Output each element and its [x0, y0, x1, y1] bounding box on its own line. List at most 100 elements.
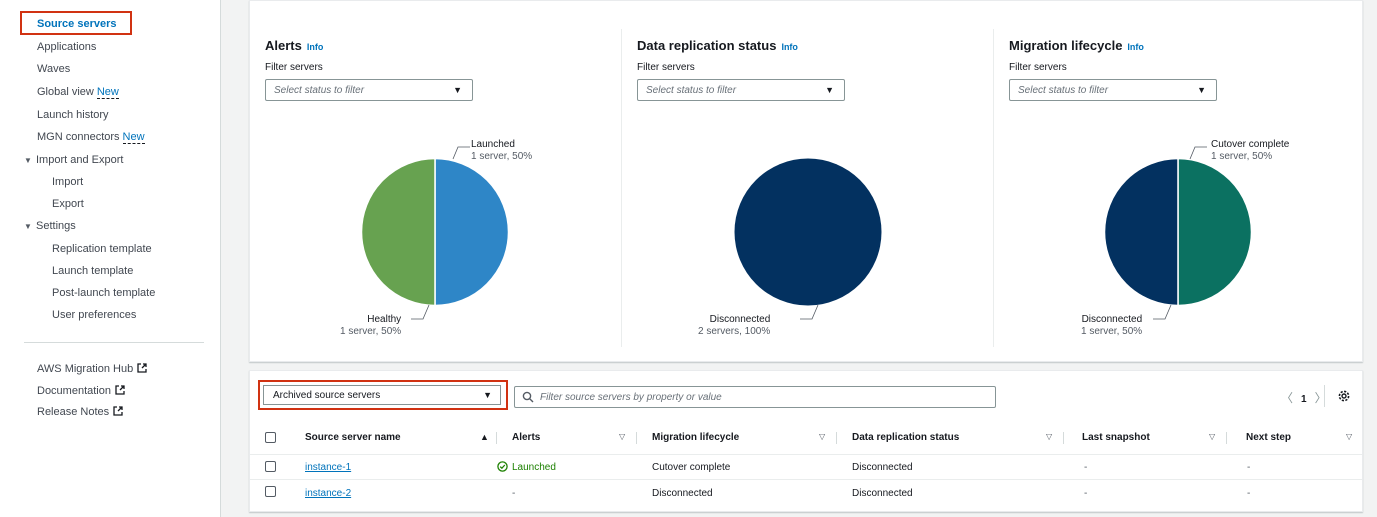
server-name-link[interactable]: instance-2: [305, 488, 351, 499]
nav-user-preferences[interactable]: User preferences: [52, 309, 136, 321]
filter-servers-input[interactable]: Filter source servers by property or val…: [514, 386, 996, 408]
pie-label-disconnected: Disconnected 1 server, 50%: [1081, 314, 1142, 338]
row-divider: [250, 479, 1362, 480]
pie-label-launched: Launched 1 server, 50%: [471, 139, 532, 163]
row-divider: [250, 454, 1362, 455]
col-header-lifecycle[interactable]: Migration lifecycle: [652, 432, 739, 443]
nav-section-settings[interactable]: ▼ Settings: [24, 220, 76, 232]
row-checkbox[interactable]: [265, 486, 276, 497]
overview-card: Alerts Info Filter servers Select status …: [249, 0, 1363, 362]
alerts-title: Alerts Info: [265, 38, 323, 53]
pie-slice-disconnected[interactable]: [734, 158, 882, 306]
column-separator: [1226, 432, 1227, 444]
lifecycle-info-link[interactable]: Info: [1127, 42, 1144, 52]
pie-label-title: Cutover complete: [1211, 139, 1290, 150]
pie-slice-disconnected[interactable]: [1103, 157, 1179, 307]
nav-launch-history[interactable]: Launch history: [37, 109, 109, 121]
page-number[interactable]: 1: [1301, 394, 1307, 405]
caret-down-icon: ▼: [483, 390, 492, 400]
pie-label-title: Disconnected: [709, 314, 771, 325]
select-placeholder: Select status to filter: [646, 85, 737, 96]
caret-down-icon: ▼: [24, 156, 32, 165]
replication-info-link[interactable]: Info: [781, 42, 798, 52]
pie-slice-cutover-complete[interactable]: [1177, 157, 1253, 307]
view-select-value: Archived source servers: [273, 390, 381, 401]
sort-icon[interactable]: ▽: [619, 432, 625, 441]
leader-line: [1153, 304, 1172, 320]
nav-launch-template[interactable]: Launch template: [52, 265, 133, 277]
caret-down-icon: ▼: [825, 85, 834, 95]
panel-divider: [621, 29, 622, 347]
snapshot-cell: -: [1084, 488, 1088, 499]
replication-title-text: Data replication status: [637, 38, 777, 53]
caret-down-icon: ▼: [1197, 85, 1206, 95]
link-label: AWS Migration Hub: [37, 363, 134, 375]
alerts-title-text: Alerts: [265, 38, 302, 53]
pie-slice-healthy[interactable]: [360, 157, 436, 307]
select-all-checkbox[interactable]: [265, 432, 276, 443]
filter-placeholder: Filter source servers by property or val…: [540, 392, 722, 403]
replication-pie-chart: [734, 158, 882, 306]
pie-label-healthy: Healthy 1 server, 50%: [340, 314, 401, 338]
source-servers-table-card: Archived source servers ▼ Filter source s…: [249, 370, 1363, 512]
pie-label-title: Healthy: [367, 314, 402, 325]
col-header-snapshot[interactable]: Last snapshot: [1082, 432, 1150, 443]
nav-export[interactable]: Export: [52, 198, 84, 210]
pie-label-detail: 1 server, 50%: [1081, 326, 1143, 337]
snapshot-cell: -: [1084, 462, 1088, 473]
view-select[interactable]: Archived source servers ▼: [263, 385, 501, 405]
select-placeholder: Select status to filter: [274, 85, 365, 96]
server-name-link[interactable]: instance-1: [305, 462, 351, 473]
pie-label-title: Launched: [471, 139, 515, 150]
replication-filter-select[interactable]: Select status to filter ▼: [637, 79, 845, 101]
replication-title: Data replication status Info: [637, 38, 798, 53]
panel-divider: [993, 29, 994, 347]
pie-label-cutover-complete: Cutover complete 1 server, 50%: [1211, 139, 1289, 163]
sort-ascending-icon[interactable]: ▲: [480, 432, 489, 442]
pie-label-title: Disconnected: [1081, 314, 1143, 325]
alerts-info-link[interactable]: Info: [307, 42, 324, 52]
pie-label-disconnected: Disconnected 2 servers, 100%: [698, 314, 770, 338]
pie-label-detail: 1 server, 50%: [471, 151, 533, 162]
nav-mgn-connectors[interactable]: MGN connectors New: [37, 131, 145, 144]
leader-line: [411, 304, 430, 320]
nav-import[interactable]: Import: [52, 176, 83, 188]
nav-post-launch-template[interactable]: Post-launch template: [52, 287, 155, 299]
lifecycle-pie-chart: [1103, 157, 1253, 307]
external-link-icon: [113, 406, 123, 416]
nav-section-import-export[interactable]: ▼ Import and Export: [24, 154, 123, 166]
leader-line: [800, 304, 819, 320]
link-aws-migration-hub[interactable]: AWS Migration Hub: [37, 363, 147, 375]
pie-label-detail: 1 server, 50%: [1211, 151, 1273, 162]
pie-slice-launched[interactable]: [434, 157, 510, 307]
lifecycle-filter-label: Filter servers: [1009, 62, 1067, 73]
column-separator: [496, 432, 497, 444]
lifecycle-filter-select[interactable]: Select status to filter ▼: [1009, 79, 1217, 101]
sort-icon[interactable]: ▽: [1346, 432, 1352, 441]
sort-icon[interactable]: ▽: [1046, 432, 1052, 441]
column-separator: [1063, 432, 1064, 444]
pie-label-detail: 1 server, 50%: [340, 326, 402, 337]
col-header-next-step[interactable]: Next step: [1246, 432, 1291, 443]
sort-icon[interactable]: ▽: [819, 432, 825, 441]
link-release-notes[interactable]: Release Notes: [37, 406, 123, 418]
nav-applications[interactable]: Applications: [37, 41, 96, 53]
gear-icon[interactable]: [1337, 389, 1351, 403]
col-header-replication[interactable]: Data replication status: [852, 432, 959, 443]
sort-icon[interactable]: ▽: [1209, 432, 1215, 441]
link-documentation[interactable]: Documentation: [37, 385, 125, 397]
row-checkbox[interactable]: [265, 461, 276, 472]
alert-status: Launched: [497, 461, 556, 473]
new-badge: New: [122, 131, 145, 144]
replication-cell: Disconnected: [852, 462, 913, 473]
col-header-alerts[interactable]: Alerts: [512, 432, 540, 443]
nav-source-servers[interactable]: Source servers: [20, 11, 132, 35]
col-header-name[interactable]: Source server name: [305, 432, 401, 443]
nav-replication-template[interactable]: Replication template: [52, 243, 152, 255]
chevron-left-icon[interactable]: 〈: [1281, 391, 1293, 405]
link-label: Release Notes: [37, 406, 110, 418]
check-circle-icon: [497, 461, 508, 472]
nav-waves[interactable]: Waves: [37, 63, 70, 75]
alerts-filter-select[interactable]: Select status to filter ▼: [265, 79, 473, 101]
nav-global-view[interactable]: Global view New: [37, 86, 119, 99]
